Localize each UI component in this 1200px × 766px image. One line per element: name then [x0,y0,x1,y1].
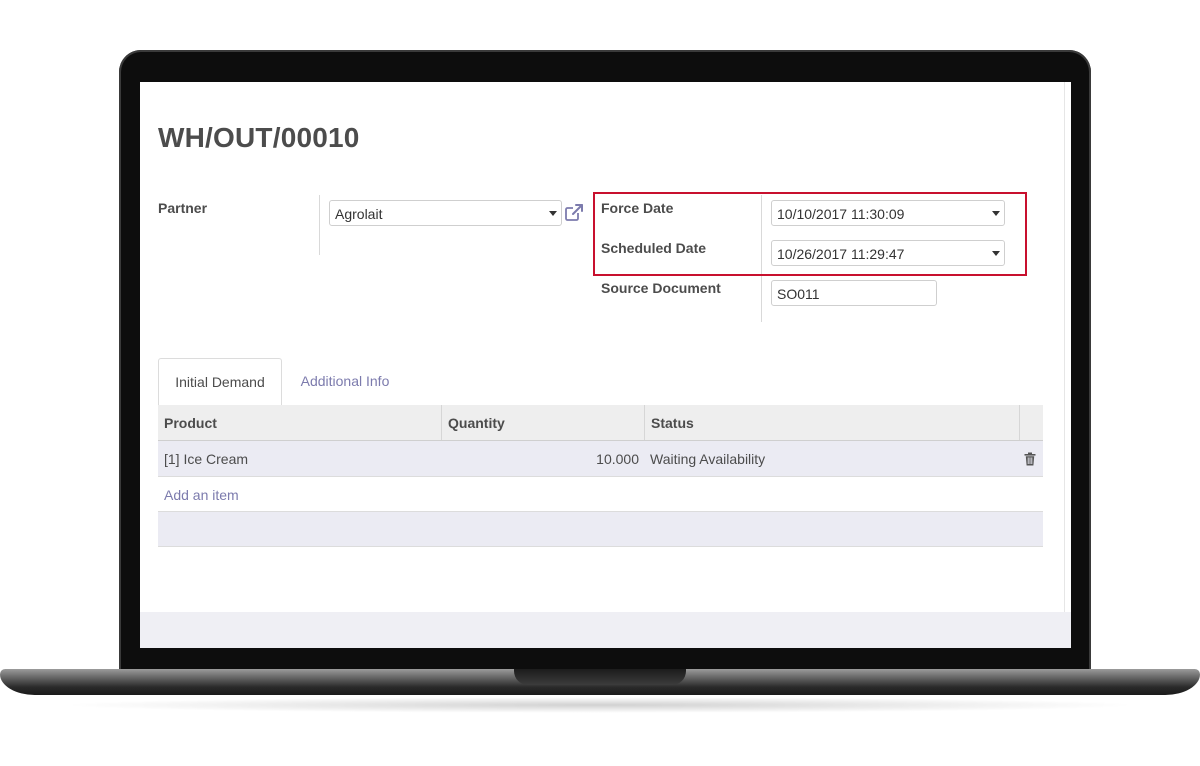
column-header-product[interactable]: Product [158,405,442,440]
cell-quantity: 10.000 [596,451,639,467]
partner-field[interactable]: Agrolait [329,200,562,226]
chevron-down-icon[interactable] [549,211,557,216]
table-header: Product Quantity Status [158,405,1043,441]
column-header-status[interactable]: Status [645,405,1020,440]
source-document-label: Source Document [601,280,721,296]
notebook-tabs: Initial Demand Additional Info [158,358,1043,407]
table-footer [158,511,1043,547]
scrollbar[interactable] [1064,82,1071,612]
tab-additional-info[interactable]: Additional Info [286,358,404,406]
trash-icon[interactable] [1024,452,1036,466]
add-item-link[interactable]: Add an item [164,487,239,503]
partner-value: Agrolait [335,206,383,222]
source-document-field[interactable]: SO011 [771,280,937,306]
laptop-shadow [60,697,1140,713]
source-document-value: SO011 [777,286,820,302]
external-link-icon[interactable] [564,203,584,223]
laptop-notch [514,669,686,685]
app-screen: WH/OUT/00010 Partner Agrolait Force Date… [140,82,1071,648]
page-title: WH/OUT/00010 [158,122,360,153]
cell-product: [1] Ice Cream [164,451,249,467]
laptop-mockup: WH/OUT/00010 Partner Agrolait Force Date… [0,0,1200,766]
field-separator [319,195,320,255]
tab-initial-demand[interactable]: Initial Demand [158,358,282,407]
cell-status: Waiting Availability [650,451,766,467]
column-header-quantity[interactable]: Quantity [442,405,645,440]
partner-label: Partner [158,200,208,216]
screen-bottom-bar [140,612,1071,648]
date-fields-highlight [593,192,1027,276]
table-row[interactable]: [1] Ice Cream 10.000 Waiting Availabilit… [158,441,1043,477]
